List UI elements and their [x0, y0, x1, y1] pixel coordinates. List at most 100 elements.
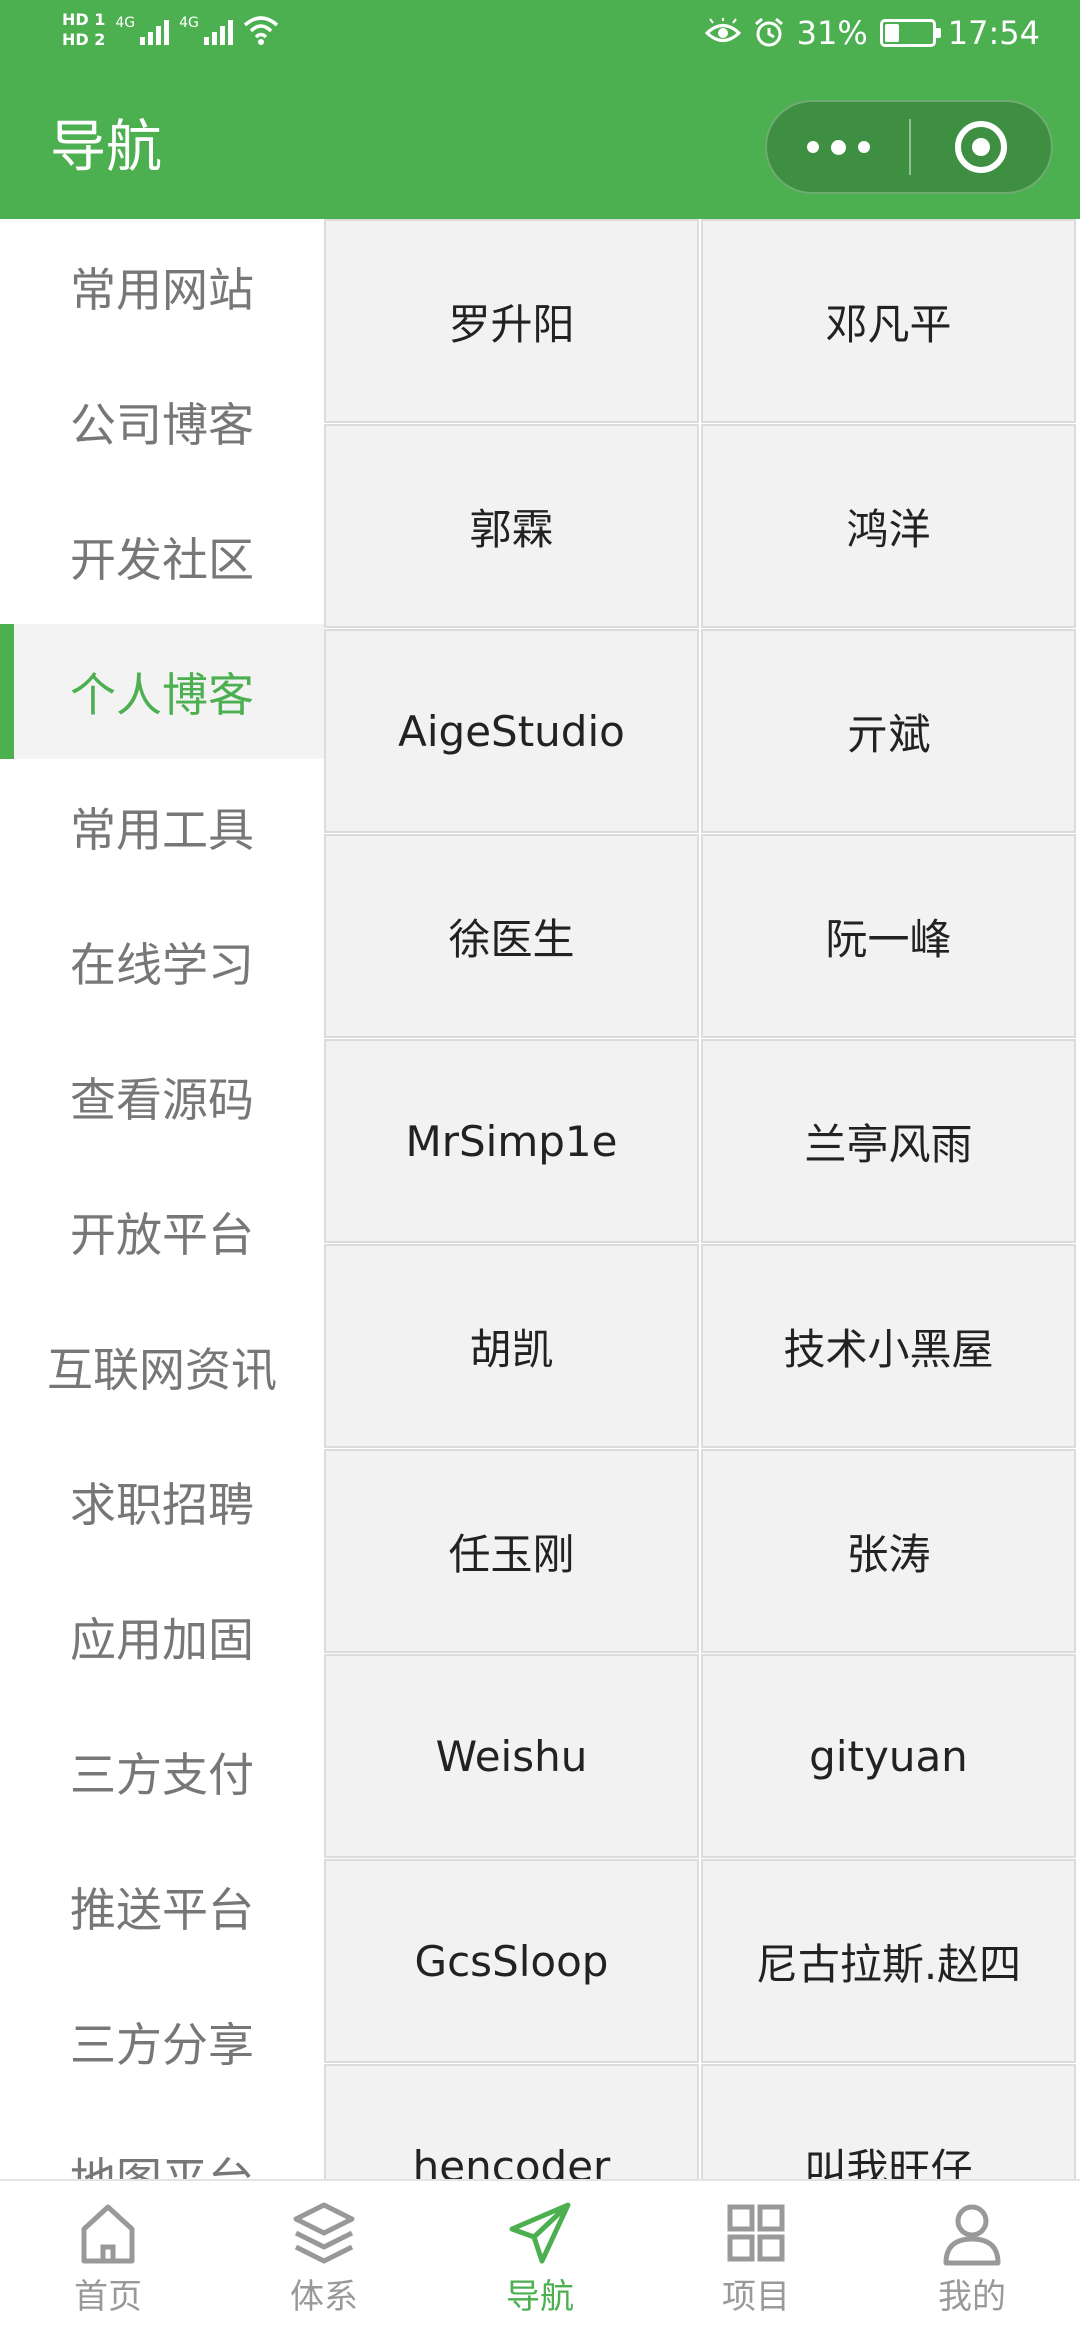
bottom-tab-bar: 首页 体系 导航 项目 我的 [0, 2179, 1080, 2340]
tab-label: 项目 [722, 2277, 790, 2317]
battery-percent: 31% [796, 14, 868, 52]
person-icon [943, 2204, 1001, 2266]
sidebar-item-label: 求职招聘 [70, 1477, 254, 1532]
site-cell[interactable]: 尼古拉斯.赵四 [701, 1859, 1076, 2063]
sidebar-item[interactable]: 常用网站 [0, 219, 324, 354]
site-cell[interactable]: 鸿洋 [701, 424, 1076, 628]
layers-icon [293, 2202, 355, 2264]
sidebar-item-label: 地图平台 [70, 2144, 254, 2180]
site-cell-label: 徐医生 [448, 914, 575, 964]
sidebar-item-label: 查看源码 [70, 1072, 254, 1127]
site-cell[interactable]: 张涛 [701, 1449, 1076, 1653]
sidebar-item-label: 个人博客 [70, 667, 254, 722]
site-cell-label: 叫我旺仔 [804, 2144, 973, 2180]
sidebar-item[interactable]: 三方支付 [0, 1704, 324, 1839]
sidebar-item-label: 三方分享 [70, 2017, 254, 2072]
tab-person[interactable]: 我的 [864, 2181, 1080, 2340]
sidebar-item-label: 常用网站 [70, 262, 254, 317]
signal-label: 4G [115, 15, 136, 31]
site-cell-label: 鸿洋 [846, 504, 931, 554]
site-cell[interactable]: Weishu [324, 1654, 699, 1858]
site-cell-label: 任玉刚 [448, 1529, 575, 1579]
site-cell[interactable]: 阮一峰 [701, 834, 1076, 1038]
status-bar: HD 1 HD 2 4G 4G 31% 17:54 [0, 0, 1080, 72]
sidebar-item[interactable]: 公司博客 [0, 354, 324, 489]
site-cell[interactable]: 亓斌 [701, 629, 1076, 833]
hd-top-text: HD 1 [62, 10, 106, 29]
status-right: 31% 17:54 [704, 14, 1040, 52]
wifi-icon [243, 16, 279, 45]
sidebar-item-label: 在线学习 [70, 937, 254, 992]
sidebar-item[interactable]: 三方分享 [0, 1974, 324, 2109]
site-cell[interactable]: hencoder [324, 2064, 699, 2179]
site-grid[interactable]: 罗升阳 邓凡平郭霖 鸿洋 AigeStudio 亓斌徐医生 阮一峰 MrSimp1e 兰亭风雨… [324, 219, 1080, 2179]
site-cell[interactable]: 兰亭风雨 [701, 1039, 1076, 1243]
tab-send[interactable]: 导航 [432, 2181, 648, 2340]
sidebar-item[interactable]: 个人博客 [0, 624, 324, 759]
sidebar-item[interactable]: 求职招聘 [0, 1434, 324, 1569]
close-button[interactable] [911, 102, 1051, 192]
site-cell-label: 亓斌 [846, 709, 931, 759]
sidebar-item-label: 常用工具 [70, 802, 254, 857]
site-cell-label: 张涛 [846, 1529, 931, 1579]
more-dots-icon[interactable] [767, 102, 909, 192]
site-cell[interactable]: MrSimp1e [324, 1039, 699, 1243]
sidebar-item-label: 三方支付 [70, 1747, 254, 1802]
site-cell-label: 胡凯 [469, 1324, 554, 1374]
tab-label: 体系 [290, 2277, 358, 2317]
site-cell[interactable]: 郭霖 [324, 424, 699, 628]
site-cell[interactable]: 徐医生 [324, 834, 699, 1038]
status-time: 17:54 [947, 14, 1040, 52]
tab-home[interactable]: 首页 [0, 2181, 216, 2340]
sidebar-item[interactable]: 推送平台 [0, 1839, 324, 1974]
sidebar-item-label: 推送平台 [70, 1882, 254, 1937]
sidebar-item[interactable]: 查看源码 [0, 1029, 324, 1164]
sidebar-item[interactable]: 互联网资讯 [0, 1299, 324, 1434]
site-cell[interactable]: 胡凯 [324, 1244, 699, 1448]
sidebar-item-label: 开放平台 [70, 1207, 254, 1262]
send-icon [509, 2202, 571, 2264]
site-cell[interactable]: 叫我旺仔 [701, 2064, 1076, 2179]
tab-label: 导航 [506, 2277, 574, 2317]
hd-indicator: HD 1 HD 2 [62, 10, 105, 50]
site-cell[interactable]: 罗升阳 [324, 219, 699, 423]
site-cell[interactable]: 技术小黑屋 [701, 1244, 1076, 1448]
top-bar: HD 1 HD 2 4G 4G 31% 17:54 导航 [0, 0, 1080, 219]
sidebar-item[interactable]: 在线学习 [0, 894, 324, 1029]
site-cell-label: 技术小黑屋 [783, 1324, 994, 1374]
hd-bottom-text: HD 2 [62, 30, 106, 49]
site-cell-label: Weishu [435, 1731, 588, 1781]
sidebar-item[interactable]: 常用工具 [0, 759, 324, 894]
sidebar-item-label: 互联网资讯 [47, 1342, 277, 1397]
site-cell-label: AigeStudio [398, 706, 625, 756]
category-sidebar[interactable]: 常用网站公司博客开发社区个人博客常用工具在线学习查看源码开放平台互联网资讯求职招… [0, 219, 324, 2179]
site-cell[interactable]: AigeStudio [324, 629, 699, 833]
site-cell[interactable]: 邓凡平 [701, 219, 1076, 423]
site-cell-label: 阮一峰 [825, 914, 952, 964]
grid-icon [727, 2204, 785, 2262]
signal-icon: 4G [179, 15, 233, 45]
sidebar-item-label: 开发社区 [70, 532, 254, 587]
sidebar-item[interactable]: 开发社区 [0, 489, 324, 624]
site-cell[interactable]: GcsSloop [324, 1859, 699, 2063]
sidebar-item-label: 应用加固 [70, 1612, 254, 1667]
site-cell-label: 郭霖 [469, 504, 554, 554]
tab-grid[interactable]: 项目 [648, 2181, 864, 2340]
eye-icon [704, 18, 741, 42]
site-cell-label: MrSimp1e [405, 1116, 618, 1166]
site-cell-label: 兰亭风雨 [804, 1119, 973, 1169]
sidebar-item[interactable]: 开放平台 [0, 1164, 324, 1299]
sidebar-item[interactable]: 应用加固 [0, 1569, 324, 1704]
signal-label: 4G [179, 15, 199, 31]
tab-layers[interactable]: 体系 [216, 2181, 432, 2340]
site-cell[interactable]: gityuan [701, 1654, 1076, 1858]
site-cell-label: gityuan [809, 1731, 968, 1781]
status-left: HD 1 HD 2 4G 4G [62, 10, 279, 50]
alarm-icon [754, 17, 783, 47]
site-cell-label: 尼古拉斯.赵四 [755, 1939, 1022, 1989]
home-icon [81, 2204, 135, 2264]
site-cell-label: 邓凡平 [825, 299, 952, 349]
sidebar-item[interactable]: 地图平台 [0, 2109, 324, 2180]
signal-icon: 4G [115, 15, 170, 45]
site-cell[interactable]: 任玉刚 [324, 1449, 699, 1653]
